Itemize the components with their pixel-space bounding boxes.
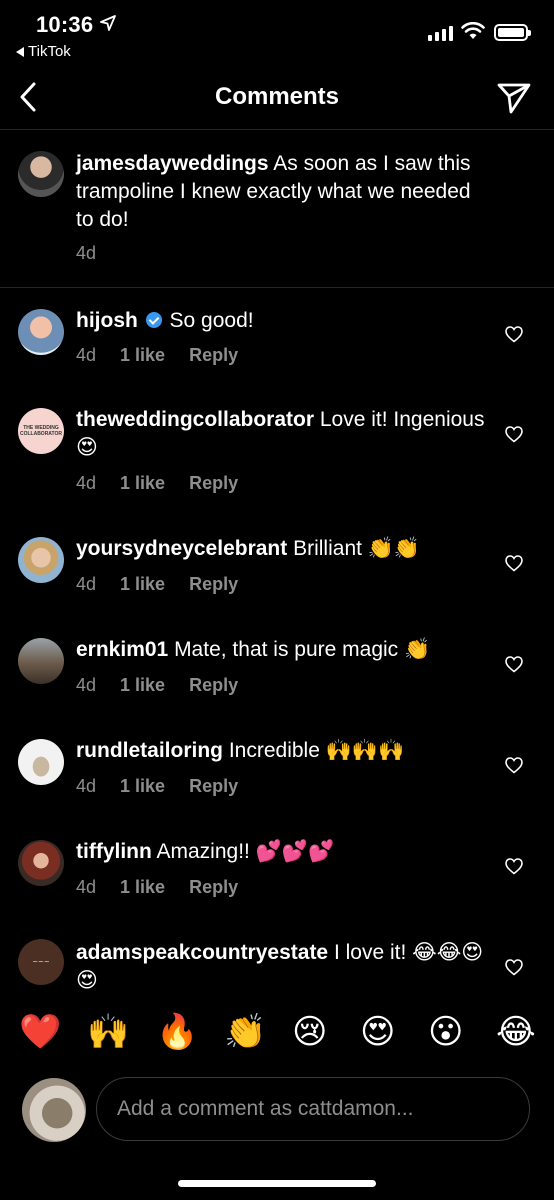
reply-button[interactable]: Reply (189, 776, 238, 797)
emoji-button[interactable]: 😂 (496, 1012, 536, 1052)
reply-button[interactable]: Reply (189, 473, 238, 494)
comment-username[interactable]: adamspeakcountryestate (76, 941, 328, 964)
comment-time: 4d (76, 243, 97, 263)
likes-count[interactable]: 1 like (120, 877, 165, 898)
emoji-button[interactable]: 👏 (224, 1012, 266, 1052)
comment-username[interactable]: ernkim01 (76, 638, 168, 661)
comment-username[interactable]: tiffylinn (76, 840, 152, 863)
avatar-logo-script: ~~~ (32, 958, 50, 966)
caption-username[interactable]: jamesdayweddings (76, 152, 269, 175)
likes-count[interactable]: 1 like (120, 574, 165, 595)
reply-button[interactable]: Reply (189, 877, 238, 898)
comment-username[interactable]: theweddingcollaborator (76, 408, 314, 431)
avatar[interactable] (18, 151, 64, 197)
avatar[interactable] (18, 537, 64, 583)
comment-time: 4d (76, 345, 97, 365)
home-indicator[interactable] (178, 1180, 376, 1187)
reply-button[interactable]: Reply (189, 574, 238, 595)
avatar[interactable] (18, 638, 64, 684)
comment-meta: 4d 1 like Reply (76, 776, 238, 797)
emoji-button[interactable]: ❤️ (19, 1012, 61, 1052)
comment-meta: 4d 1 like Reply (76, 574, 238, 595)
caption-text: jamesdayweddings As soon as I saw this t… (76, 150, 486, 234)
comment-text: yoursydneycelebrant Brilliant 👏👏 (76, 535, 486, 563)
like-heart-icon[interactable] (505, 757, 523, 774)
comment-meta: 4d 1 like Reply (76, 877, 238, 898)
likes-count[interactable]: 1 like (120, 675, 165, 696)
avatar[interactable]: ~~~ (18, 939, 64, 985)
reply-button[interactable]: Reply (189, 675, 238, 696)
comment-body: Amazing!! 💕💕💕 (151, 840, 335, 863)
avatar[interactable] (18, 739, 64, 785)
like-heart-icon[interactable] (505, 959, 523, 976)
like-heart-icon[interactable] (505, 326, 523, 343)
verified-badge-icon (145, 312, 162, 328)
back-to-app-link[interactable]: TikTok (16, 43, 71, 60)
comment-time: 4d (76, 473, 97, 493)
comment-body: Incredible 🙌🙌🙌 (223, 739, 405, 762)
signal-icon (428, 26, 453, 41)
comment-meta: 4d 1 like Reply (76, 345, 238, 366)
page-title: Comments (214, 83, 340, 110)
comment-text: tiffylinn Amazing!! 💕💕💕 (76, 838, 486, 866)
comment-body: Mate, that is pure magic 👏 (168, 638, 431, 661)
back-app-label: TikTok (28, 43, 71, 60)
avatar[interactable] (18, 309, 64, 355)
my-avatar (22, 1078, 86, 1142)
emoji-button[interactable]: 🙌 (87, 1012, 129, 1052)
comment-time: 4d (76, 675, 97, 695)
avatar[interactable] (18, 840, 64, 886)
like-heart-icon[interactable] (505, 656, 523, 673)
likes-count[interactable]: 1 like (120, 473, 165, 494)
wifi-icon (461, 22, 485, 39)
emoji-button[interactable]: 😢 (292, 1012, 327, 1052)
comment-meta: 4d 1 like Reply (76, 473, 238, 494)
emoji-quick-bar: ❤️ 🙌 🔥 👏 😢 😍 😮 😂 (0, 1004, 554, 1062)
comment-text: theweddingcollaborator Love it! Ingeniou… (76, 406, 486, 462)
comment-username[interactable]: yoursydneycelebrant (76, 537, 287, 560)
avatar-logo-line2: COLLABORATOR (19, 431, 63, 437)
comment-text: ernkim01 Mate, that is pure magic 👏 (76, 636, 486, 664)
comment-input[interactable] (96, 1077, 530, 1141)
status-time: 10:36 (36, 12, 94, 37)
comment-text: adamspeakcountryestate I love it! 😂😂😍😍 (76, 939, 486, 995)
caption-meta: 4d (76, 243, 96, 264)
send-icon[interactable] (497, 82, 531, 114)
battery-icon (494, 24, 531, 41)
reply-button[interactable]: Reply (189, 345, 238, 366)
comment-body: So good! (163, 309, 254, 332)
emoji-button[interactable]: 🔥 (156, 1012, 198, 1052)
comment-time: 4d (76, 776, 97, 796)
back-triangle-icon (16, 46, 24, 57)
emoji-button[interactable]: 😮 (428, 1012, 463, 1052)
comment-meta: 4d 1 like Reply (76, 675, 238, 696)
header-divider (0, 129, 554, 130)
likes-count[interactable]: 1 like (120, 776, 165, 797)
caption-divider (0, 287, 554, 288)
comment-body: Brilliant 👏👏 (287, 537, 421, 560)
comment-time: 4d (76, 574, 97, 594)
location-arrow-icon (100, 15, 116, 31)
comment-time: 4d (76, 877, 97, 897)
likes-count[interactable]: 1 like (120, 345, 165, 366)
emoji-button[interactable]: 😍 (360, 1012, 395, 1052)
comment-text: rundletailoring Incredible 🙌🙌🙌 (76, 737, 486, 765)
like-heart-icon[interactable] (505, 426, 523, 443)
comment-username[interactable]: rundletailoring (76, 739, 223, 762)
comment-username[interactable]: hijosh (76, 309, 138, 332)
like-heart-icon[interactable] (505, 858, 523, 875)
comment-text: hijosh So good! (76, 307, 486, 335)
avatar[interactable]: THE WEDDING COLLABORATOR (18, 408, 64, 454)
like-heart-icon[interactable] (505, 555, 523, 572)
